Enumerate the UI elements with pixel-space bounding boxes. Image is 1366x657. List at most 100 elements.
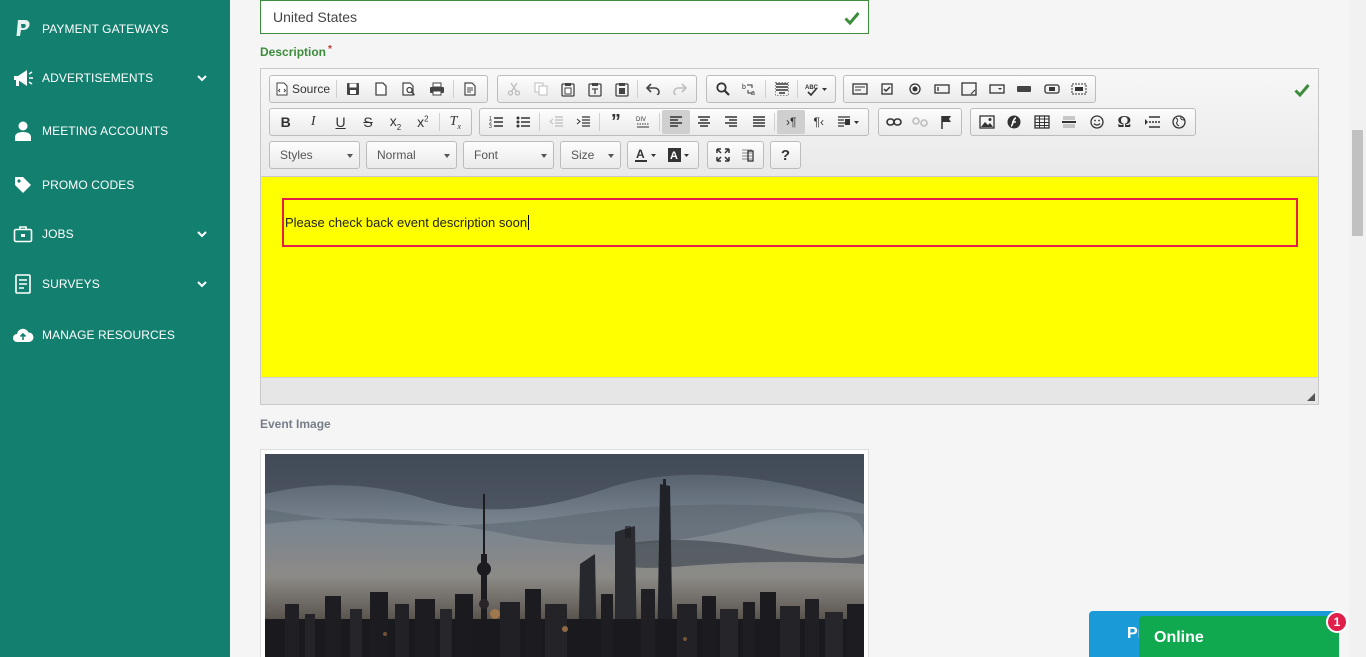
paste-word-button[interactable] bbox=[608, 77, 635, 101]
source-button[interactable]: Source bbox=[272, 77, 334, 101]
user-icon bbox=[12, 120, 34, 142]
new-page-button[interactable] bbox=[367, 77, 395, 101]
sidebar-item-label: PROMO CODES bbox=[42, 178, 135, 192]
sidebar-item-label: PAYMENT GATEWAYS bbox=[42, 22, 169, 36]
toolbar-separator bbox=[438, 113, 440, 131]
underline-button[interactable]: U bbox=[327, 110, 354, 134]
source-label: Source bbox=[292, 82, 331, 96]
div-button[interactable]: DIV bbox=[630, 110, 658, 134]
hidden-field-button[interactable] bbox=[1066, 77, 1093, 101]
styles-dropdown[interactable]: Styles bbox=[269, 141, 360, 169]
description-text: Please check back event description soon bbox=[285, 215, 528, 230]
chevron-down-icon bbox=[197, 75, 207, 82]
image-button-button[interactable] bbox=[1038, 77, 1065, 101]
anchor-button[interactable] bbox=[933, 110, 959, 134]
spellcheck-button[interactable]: ABC bbox=[800, 77, 833, 101]
replace-button[interactable]: ba bbox=[736, 77, 763, 101]
show-blocks-button[interactable] bbox=[736, 143, 762, 167]
checkbox-button[interactable] bbox=[873, 77, 900, 101]
form-button[interactable] bbox=[846, 77, 873, 101]
background-color-button[interactable]: A bbox=[663, 143, 696, 167]
sidebar-item-payment-gateways[interactable]: PAYMENT GATEWAYS bbox=[0, 9, 230, 49]
font-dropdown-label: Font bbox=[474, 148, 499, 162]
sidebar-item-meeting-accounts[interactable]: MEETING ACCOUNTS bbox=[0, 111, 230, 151]
help-button[interactable]: ? bbox=[774, 143, 798, 167]
text-color-button[interactable]: A bbox=[630, 143, 663, 167]
page-break-button[interactable] bbox=[1138, 110, 1166, 134]
description-label: Description * bbox=[260, 44, 332, 59]
numbered-list-button[interactable]: 123 bbox=[482, 110, 510, 134]
print-button[interactable] bbox=[423, 77, 451, 101]
superscript-button[interactable]: x2 bbox=[409, 110, 436, 134]
outdent-button[interactable] bbox=[542, 110, 570, 134]
remove-format-button[interactable]: Tx bbox=[442, 110, 469, 134]
size-dropdown[interactable]: Size bbox=[560, 141, 621, 169]
align-right-button[interactable] bbox=[717, 110, 745, 134]
country-value: United States bbox=[273, 9, 358, 25]
smiley-button[interactable] bbox=[1083, 110, 1111, 134]
select-all-button[interactable] bbox=[768, 77, 795, 101]
textfield-button[interactable] bbox=[928, 77, 955, 101]
language-button[interactable] bbox=[833, 110, 866, 134]
country-field[interactable]: United States bbox=[260, 0, 869, 34]
input-button[interactable] bbox=[1011, 77, 1038, 101]
undo-button[interactable] bbox=[640, 77, 667, 101]
horizontal-rule-button[interactable] bbox=[1056, 110, 1084, 134]
smiley-icon bbox=[1090, 115, 1104, 129]
sidebar-item-jobs[interactable]: JOBS bbox=[0, 214, 230, 254]
justify-button[interactable] bbox=[745, 110, 773, 134]
svg-text:A: A bbox=[636, 148, 645, 161]
paste-button[interactable] bbox=[554, 77, 581, 101]
image-button[interactable] bbox=[973, 110, 1001, 134]
bulleted-list-button[interactable] bbox=[510, 110, 538, 134]
editor-paragraph[interactable]: Please check back event description soon bbox=[282, 198, 1298, 247]
editor-content-area[interactable]: Please check back event description soon bbox=[261, 177, 1318, 377]
ltr-button[interactable]: ›¶ bbox=[777, 110, 805, 134]
radio-button[interactable] bbox=[901, 77, 928, 101]
templates-button[interactable] bbox=[456, 77, 484, 101]
link-button[interactable] bbox=[881, 110, 907, 134]
subscript-icon: x2 bbox=[389, 112, 402, 132]
toolbar-group-forms bbox=[843, 75, 1096, 103]
iframe-button[interactable] bbox=[1166, 110, 1194, 134]
align-left-button[interactable] bbox=[662, 110, 690, 134]
language-icon bbox=[838, 116, 860, 127]
toolbar-group-paragraph: 123 ” DIV ›¶ ¶‹ bbox=[479, 108, 869, 136]
redo-button[interactable] bbox=[667, 77, 694, 101]
indent-button[interactable] bbox=[570, 110, 598, 134]
scrollbar-thumb[interactable] bbox=[1352, 130, 1363, 236]
sidebar-item-advertisements[interactable]: ADVERTISEMENTS bbox=[0, 58, 230, 98]
flash-button[interactable] bbox=[1001, 110, 1029, 134]
page-scrollbar[interactable] bbox=[1349, 0, 1366, 657]
align-center-button[interactable] bbox=[690, 110, 718, 134]
dropdown-arrow-icon bbox=[347, 154, 353, 158]
resize-handle-icon[interactable] bbox=[1307, 393, 1315, 401]
preview-button[interactable] bbox=[395, 77, 423, 101]
toolbar-group-help: ? bbox=[770, 141, 801, 169]
save-button[interactable] bbox=[339, 77, 367, 101]
rtl-button[interactable]: ¶‹ bbox=[805, 110, 833, 134]
subscript-button[interactable]: x2 bbox=[382, 110, 409, 134]
unlink-button[interactable] bbox=[907, 110, 933, 134]
maximize-button[interactable] bbox=[710, 143, 736, 167]
paste-text-button[interactable] bbox=[581, 77, 608, 101]
sidebar-item-surveys[interactable]: SURVEYS bbox=[0, 264, 230, 304]
sidebar-item-manage-resources[interactable]: MANAGE RESOURCES bbox=[0, 315, 230, 355]
copy-button[interactable] bbox=[527, 77, 554, 101]
source-icon bbox=[276, 82, 288, 96]
italic-button[interactable]: I bbox=[299, 110, 326, 134]
sidebar-item-promo-codes[interactable]: PROMO CODES bbox=[0, 165, 230, 205]
select-button[interactable] bbox=[983, 77, 1010, 101]
textarea-button[interactable] bbox=[956, 77, 983, 101]
cut-button[interactable] bbox=[500, 77, 527, 101]
find-button[interactable] bbox=[709, 77, 736, 101]
blockquote-button[interactable]: ” bbox=[602, 110, 630, 134]
table-button[interactable] bbox=[1028, 110, 1056, 134]
format-dropdown[interactable]: Normal bbox=[366, 141, 457, 169]
special-char-button[interactable]: Ω bbox=[1111, 110, 1139, 134]
online-chat-button[interactable]: Online bbox=[1139, 616, 1339, 657]
bold-button[interactable]: B bbox=[272, 110, 299, 134]
editor-toolbar: Source ba ABC B I U S x2 x2 Tx 1 2 3 ” D… bbox=[261, 69, 1318, 177]
font-dropdown[interactable]: Font bbox=[463, 141, 554, 169]
strike-button[interactable]: S bbox=[354, 110, 381, 134]
